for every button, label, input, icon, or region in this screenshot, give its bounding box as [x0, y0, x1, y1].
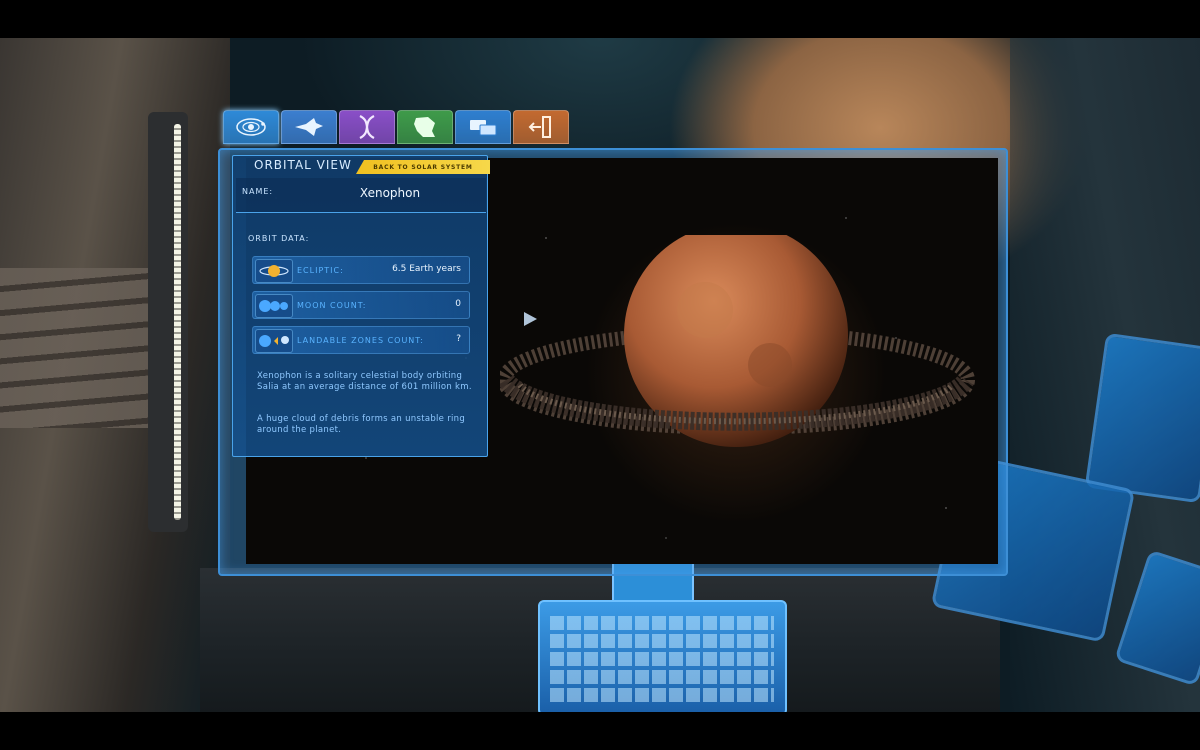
mouse-cursor [524, 312, 537, 326]
letterbox-top [0, 0, 1200, 38]
planet-description: Xenophon is a solitary celestial body or… [257, 371, 472, 392]
tab-dna[interactable] [339, 110, 395, 144]
moon-count-label: MOON COUNT: [297, 301, 367, 310]
back-to-solar-system-button[interactable]: BACK TO SOLAR SYSTEM [356, 160, 490, 174]
landable-zones-row: LANDABLE ZONES COUNT: ? [252, 326, 470, 354]
moon-count-icon [255, 294, 293, 318]
spaceship-icon [295, 118, 323, 136]
tab-cards[interactable] [455, 110, 511, 144]
panel-title: ORBITAL VIEW [254, 158, 352, 172]
tab-orbital-view[interactable] [223, 110, 279, 144]
map-icon [414, 117, 435, 137]
letterbox-bottom [0, 712, 1200, 750]
landable-zones-icon [255, 329, 293, 353]
planet-name: Xenophon [359, 186, 421, 200]
moon-count-value: 0 [455, 299, 461, 309]
side-monitor [1084, 332, 1200, 504]
tab-ship[interactable] [281, 110, 337, 144]
exit-door-icon [528, 116, 551, 138]
moon-count-row: MOON COUNT: 0 [252, 291, 470, 319]
ecliptic-label: ECLIPTIC: [297, 266, 344, 275]
cockpit-shelf [0, 268, 150, 428]
orbit-data-label: ORBIT DATA: [248, 234, 310, 243]
cards-icon [470, 120, 497, 136]
landable-zones-label: LANDABLE ZONES COUNT: [297, 336, 424, 345]
ecliptic-row: ECLIPTIC: 6.5 Earth years [252, 256, 470, 284]
menu-tabs [223, 110, 569, 144]
ecliptic-icon [255, 259, 293, 283]
ecliptic-value: 6.5 Earth years [392, 264, 461, 274]
planet-xenophon[interactable] [500, 235, 980, 475]
name-label: NAME: [242, 187, 274, 196]
cockpit-light-strip [148, 112, 188, 532]
solar-orbit-icon [236, 118, 266, 136]
landable-zones-value: ? [456, 334, 461, 344]
console-keyboard [538, 600, 787, 716]
dna-icon [359, 115, 375, 139]
tab-exit[interactable] [513, 110, 569, 144]
tab-map[interactable] [397, 110, 453, 144]
planet-description-ring: A huge cloud of debris forms an unstable… [257, 414, 466, 435]
